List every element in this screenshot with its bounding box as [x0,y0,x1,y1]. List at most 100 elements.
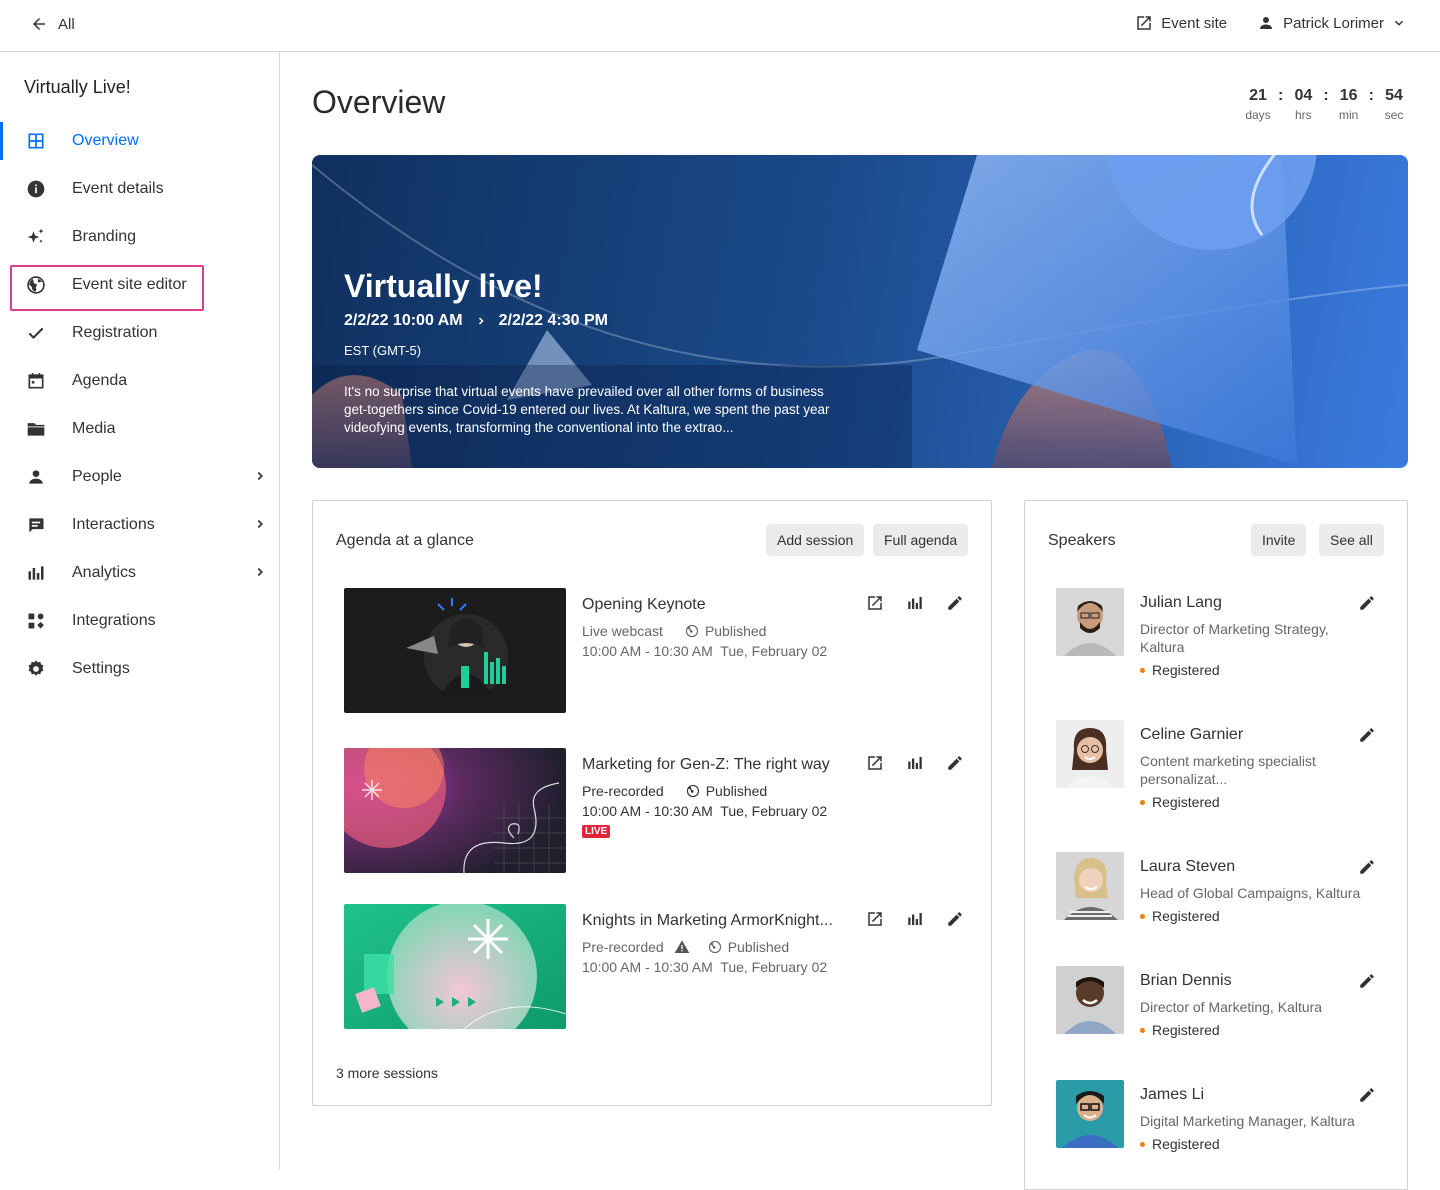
pencil-icon [1360,974,1374,988]
session-time: 10:00 AM - 10:30 AM [582,643,713,659]
sidebar-item-event-details[interactable]: Event details [0,165,279,213]
back-link[interactable]: All [30,15,75,33]
session-thumbnail [344,748,566,873]
sidebar-item-label: Interactions [72,516,155,533]
edit-speaker-button[interactable] [1358,972,1376,990]
sidebar-item-branding[interactable]: Branding [0,213,279,261]
chevron-right-icon [478,317,484,325]
sidebar-item-label: Agenda [72,372,128,389]
sidebar-item-interactions[interactable]: Interactions [0,501,279,549]
avatar [1056,588,1124,656]
countdown-separator: : [1323,87,1329,104]
open-external-button[interactable] [866,594,884,612]
info-icon [24,177,48,201]
session-thumbnail [344,904,566,1029]
edit-button[interactable] [946,910,964,928]
sidebar-item-integrations[interactable]: Integrations [0,597,279,645]
sidebar-nav: Overview Event details Branding Event si… [0,117,279,693]
chevron-right-icon [257,471,263,481]
more-sessions-link[interactable]: 3 more sessions [336,1065,438,1081]
agenda-title: Agenda at a glance [336,532,474,549]
edit-speaker-button[interactable] [1358,594,1376,612]
speaker-name: Celine Garnier [1140,726,1244,743]
status-dot [1140,913,1145,919]
speaker-name: Laura Steven [1140,858,1236,875]
sidebar-item-label: Analytics [72,564,137,581]
analytics-button[interactable] [906,594,924,612]
sidebar-item-label: Settings [72,660,130,677]
speaker-status: Registered [1152,794,1220,810]
sidebar-item-people[interactable]: People [0,453,279,501]
session-date: Tue, February 02 [720,959,828,975]
speakers-title: Speakers [1048,532,1116,549]
user-menu[interactable]: Patrick Lorimer [1257,14,1406,32]
pencil-icon [1360,728,1374,742]
sidebar: Virtually Live! Overview Event details B… [0,52,280,1170]
edit-speaker-button[interactable] [1358,858,1376,876]
session-item[interactable]: Knights in Marketing ArmorKnight... Pre-… [344,904,964,1029]
sidebar-item-label: Overview [72,132,139,149]
countdown-days-label: days [1245,108,1271,122]
sidebar-item-label: Registration [72,324,158,341]
avatar [1056,852,1124,920]
external-link-icon [868,912,882,926]
sidebar-item-registration[interactable]: Registration [0,309,279,357]
gear-icon [24,657,48,681]
sidebar-item-label: Branding [72,228,137,245]
person-icon [1260,17,1273,29]
sidebar-item-event-site-editor[interactable]: Event site editor [0,261,279,311]
hero-banner: Virtually live! 2/2/22 10:00 AM 2/2/22 4… [312,155,1408,468]
back-label: All [58,15,75,33]
top-bar: All Event site Patrick Lorimer [0,0,1440,52]
speaker-role: Digital Marketing Manager, Kaltura [1140,1113,1355,1129]
globe-icon [708,940,721,954]
countdown: 21 days : 04 hrs : 16 min : 54 sec [1244,86,1408,122]
hero-end-date: 2/2/22 4:30 PM [498,312,608,329]
external-link-icon [868,756,882,770]
session-time: 10:00 AM - 10:30 AM [582,803,713,819]
analytics-button[interactable] [906,910,924,928]
avatar [1056,966,1124,1034]
add-session-button[interactable]: Add session [766,524,865,556]
sidebar-item-label: People [72,468,122,485]
see-all-button[interactable]: See all [1319,524,1384,556]
status-dot [1140,1141,1145,1147]
chevron-right-icon [257,567,263,577]
speaker-name: Julian Lang [1140,594,1222,611]
speaker-status: Registered [1152,662,1220,678]
session-date: Tue, February 02 [720,803,828,819]
sidebar-item-analytics[interactable]: Analytics [0,549,279,597]
pencil-icon [948,912,962,926]
speaker-role: Director of Marketing Strategy, Kaltura [1140,621,1329,655]
live-badge: LIVE [582,825,611,838]
sidebar-item-overview[interactable]: Overview [0,117,279,165]
event-site-link[interactable]: Event site [1135,14,1227,32]
edit-button[interactable] [946,594,964,612]
session-title: Marketing for Gen-Z: The right way [582,756,830,773]
analytics-button[interactable] [906,754,924,772]
sidebar-item-media[interactable]: Media [0,405,279,453]
speaker-status: Registered [1152,908,1220,924]
chevron-right-icon [257,519,263,529]
session-thumbnail [344,588,566,713]
full-agenda-button[interactable]: Full agenda [873,524,969,556]
invite-button[interactable]: Invite [1251,524,1307,556]
session-title: Knights in Marketing ArmorKnight... [582,912,833,929]
sidebar-item-settings[interactable]: Settings [0,645,279,693]
speaker-name: Brian Dennis [1140,972,1232,989]
sidebar-item-agenda[interactable]: Agenda [0,357,279,405]
open-external-button[interactable] [866,754,884,772]
edit-speaker-button[interactable] [1358,1086,1376,1104]
edit-speaker-button[interactable] [1358,726,1376,744]
speaker-role: Content marketing specialist personaliza… [1140,753,1316,787]
hero-title: Virtually live! [344,268,543,304]
main-content: Overview 21 days : 04 hrs : 16 min : 54 sec … [280,52,1440,1190]
sidebar-item-label: Event details [72,180,164,197]
apps-icon [24,609,48,633]
session-item[interactable]: Marketing for Gen-Z: The right way Pre-r… [344,748,964,873]
user-name: Patrick Lorimer [1283,14,1384,32]
session-item[interactable]: Opening Keynote Live webcast Published 1… [344,588,964,713]
speaker-status: Registered [1152,1022,1220,1038]
edit-button[interactable] [946,754,964,772]
open-external-button[interactable] [866,910,884,928]
